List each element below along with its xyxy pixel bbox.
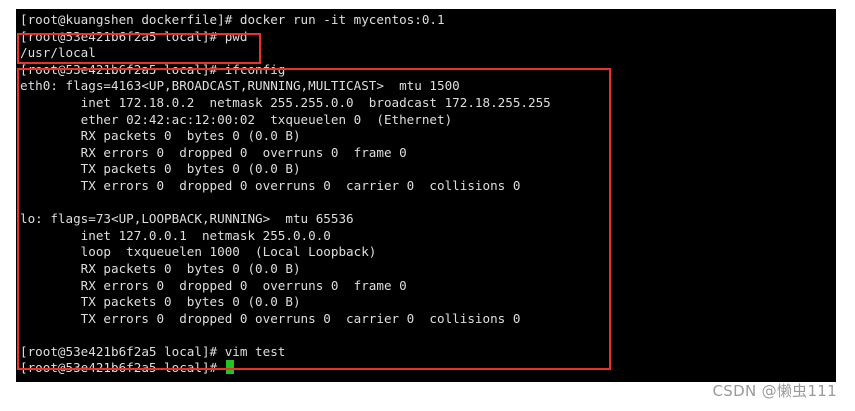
terminal-line: TX errors 0 dropped 0 overruns 0 carrier… — [20, 177, 521, 193]
terminal-line: loop txqueuelen 1000 (Local Loopback) — [20, 244, 377, 260]
terminal-line: [root@kuangshen dockerfile]# docker run … — [20, 12, 445, 27]
terminal-line: RX errors 0 dropped 0 overruns 0 frame 0 — [20, 277, 407, 293]
terminal-prompt-line[interactable]: [root@53e421b6f2a5 local]# — [20, 360, 551, 377]
terminal-line: [root@53e421b6f2a5 local]# vim test — [20, 343, 286, 359]
terminal-line: inet 172.18.0.2 netmask 255.255.0.0 broa… — [20, 94, 551, 110]
terminal-line: TX packets 0 bytes 0 (0.0 B) — [20, 294, 301, 310]
terminal-line: TX errors 0 dropped 0 overruns 0 carrier… — [20, 310, 521, 326]
terminal-line: [root@53e421b6f2a5 local]# ifconfig — [20, 61, 286, 77]
terminal-line: RX errors 0 dropped 0 overruns 0 frame 0 — [20, 144, 407, 160]
terminal-cursor — [225, 360, 234, 375]
terminal-line: ether 02:42:ac:12:00:02 txqueuelen 0 (Et… — [20, 111, 453, 127]
terminal-line: [root@53e421b6f2a5 local]# pwd — [20, 28, 248, 44]
terminal-line: TX packets 0 bytes 0 (0.0 B) — [20, 161, 301, 177]
terminal-output: [root@kuangshen dockerfile]# docker run … — [20, 12, 551, 377]
terminal-line: RX packets 0 bytes 0 (0.0 B) — [20, 260, 301, 276]
screenshot-page: [root@kuangshen dockerfile]# docker run … — [0, 0, 855, 411]
terminal-line: lo: flags=73<UP,LOOPBACK,RUNNING> mtu 65… — [20, 211, 354, 227]
terminal-line: RX packets 0 bytes 0 (0.0 B) — [20, 128, 301, 144]
terminal-line: eth0: flags=4163<UP,BROADCAST,RUNNING,MU… — [20, 78, 460, 94]
terminal-prompt: [root@53e421b6f2a5 local]# — [20, 360, 225, 376]
terminal-window[interactable]: [root@kuangshen dockerfile]# docker run … — [16, 9, 836, 382]
terminal-line: inet 127.0.0.1 netmask 255.0.0.0 — [20, 227, 331, 243]
watermark-text: CSDN @懒虫111 — [712, 382, 837, 400]
terminal-line: /usr/local — [20, 45, 96, 61]
